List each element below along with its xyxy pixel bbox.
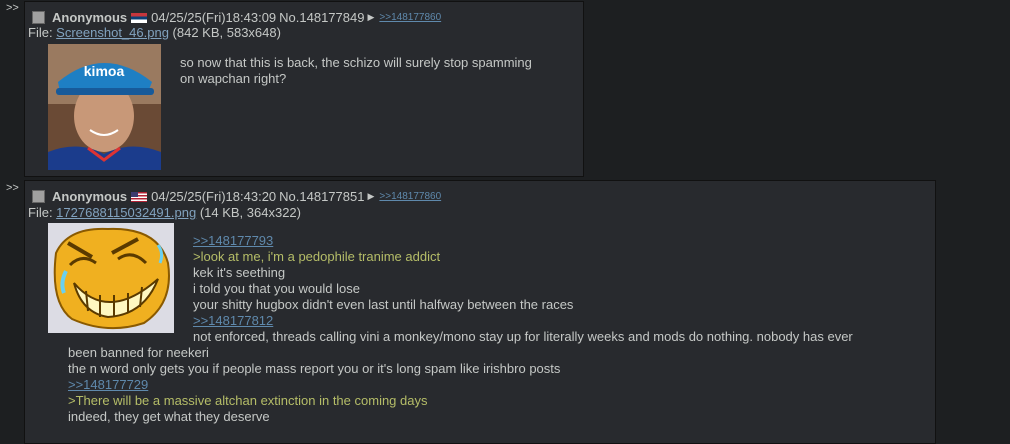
post-header: Anonymous 04/25/25(Fri)18:43:20 No.14817… xyxy=(32,189,441,204)
file-link[interactable]: 1727688115032491.png xyxy=(56,205,196,220)
backlink[interactable]: >>148177860 xyxy=(379,12,441,23)
message-line: indeed, they get what they deserve xyxy=(68,409,270,424)
message-line: not enforced, threads calling vini a mon… xyxy=(193,329,853,344)
select-checkbox[interactable] xyxy=(32,11,45,24)
post-number[interactable]: No.148177851 xyxy=(279,189,364,204)
file-meta: (14 KB, 364x322) xyxy=(196,205,301,220)
post-148177849: Anonymous 04/25/25(Fri)18:43:09 No.14817… xyxy=(24,1,584,177)
file-label: File: xyxy=(28,205,57,220)
file-link[interactable]: Screenshot_46.png xyxy=(56,25,169,40)
post-message: >>148177793 >look at me, i'm a pedophile… xyxy=(68,233,928,425)
file-label: File: xyxy=(28,25,57,40)
file-info: File: Screenshot_46.png (842 KB, 583x648… xyxy=(28,25,281,40)
message-line: so now that this is back, the schizo wil… xyxy=(180,55,532,70)
serbia-flag-icon xyxy=(131,12,148,23)
post-number[interactable]: No.148177849 xyxy=(279,10,364,25)
greentext-line: >There will be a massive altchan extinct… xyxy=(68,393,428,408)
message-line: kek it's seething xyxy=(193,265,286,280)
quote-link[interactable]: >>148177793 xyxy=(193,233,928,249)
usa-flag-icon xyxy=(131,191,148,202)
poster-name: Anonymous xyxy=(52,189,128,204)
post-arrows: >> xyxy=(6,2,19,14)
backlink[interactable]: >>148177860 xyxy=(379,191,441,202)
menu-arrow-icon[interactable]: ▶ xyxy=(367,191,374,202)
post-message: so now that this is back, the schizo wil… xyxy=(180,55,532,87)
svg-text:kimoa: kimoa xyxy=(84,63,125,79)
message-line: been banned for neekeri xyxy=(68,345,209,360)
greentext-line: >look at me, i'm a pedophile tranime add… xyxy=(193,249,441,264)
quote-link[interactable]: >>148177729 xyxy=(68,377,928,393)
post-datetime: 04/25/25(Fri)18:43:20 xyxy=(151,189,277,204)
message-line: on wapchan right? xyxy=(180,71,287,86)
post-arrows: >> xyxy=(6,182,19,194)
file-info: File: 1727688115032491.png (14 KB, 364x3… xyxy=(28,205,301,220)
message-line: i told you that you would lose xyxy=(193,281,360,296)
post-image[interactable]: kimoa xyxy=(48,44,161,170)
message-line: the n word only gets you if people mass … xyxy=(68,361,561,376)
file-meta: (842 KB, 583x648) xyxy=(168,25,281,40)
quote-link[interactable]: >>148177812 xyxy=(193,313,928,329)
post-datetime: 04/25/25(Fri)18:43:09 xyxy=(151,10,277,25)
poster-name: Anonymous xyxy=(52,10,128,25)
post-148177851: Anonymous 04/25/25(Fri)18:43:20 No.14817… xyxy=(24,180,936,444)
post-header: Anonymous 04/25/25(Fri)18:43:09 No.14817… xyxy=(32,10,441,25)
message-line: your shitty hugbox didn't even last unti… xyxy=(193,297,574,312)
menu-arrow-icon[interactable]: ▶ xyxy=(367,12,374,23)
select-checkbox[interactable] xyxy=(32,190,45,203)
